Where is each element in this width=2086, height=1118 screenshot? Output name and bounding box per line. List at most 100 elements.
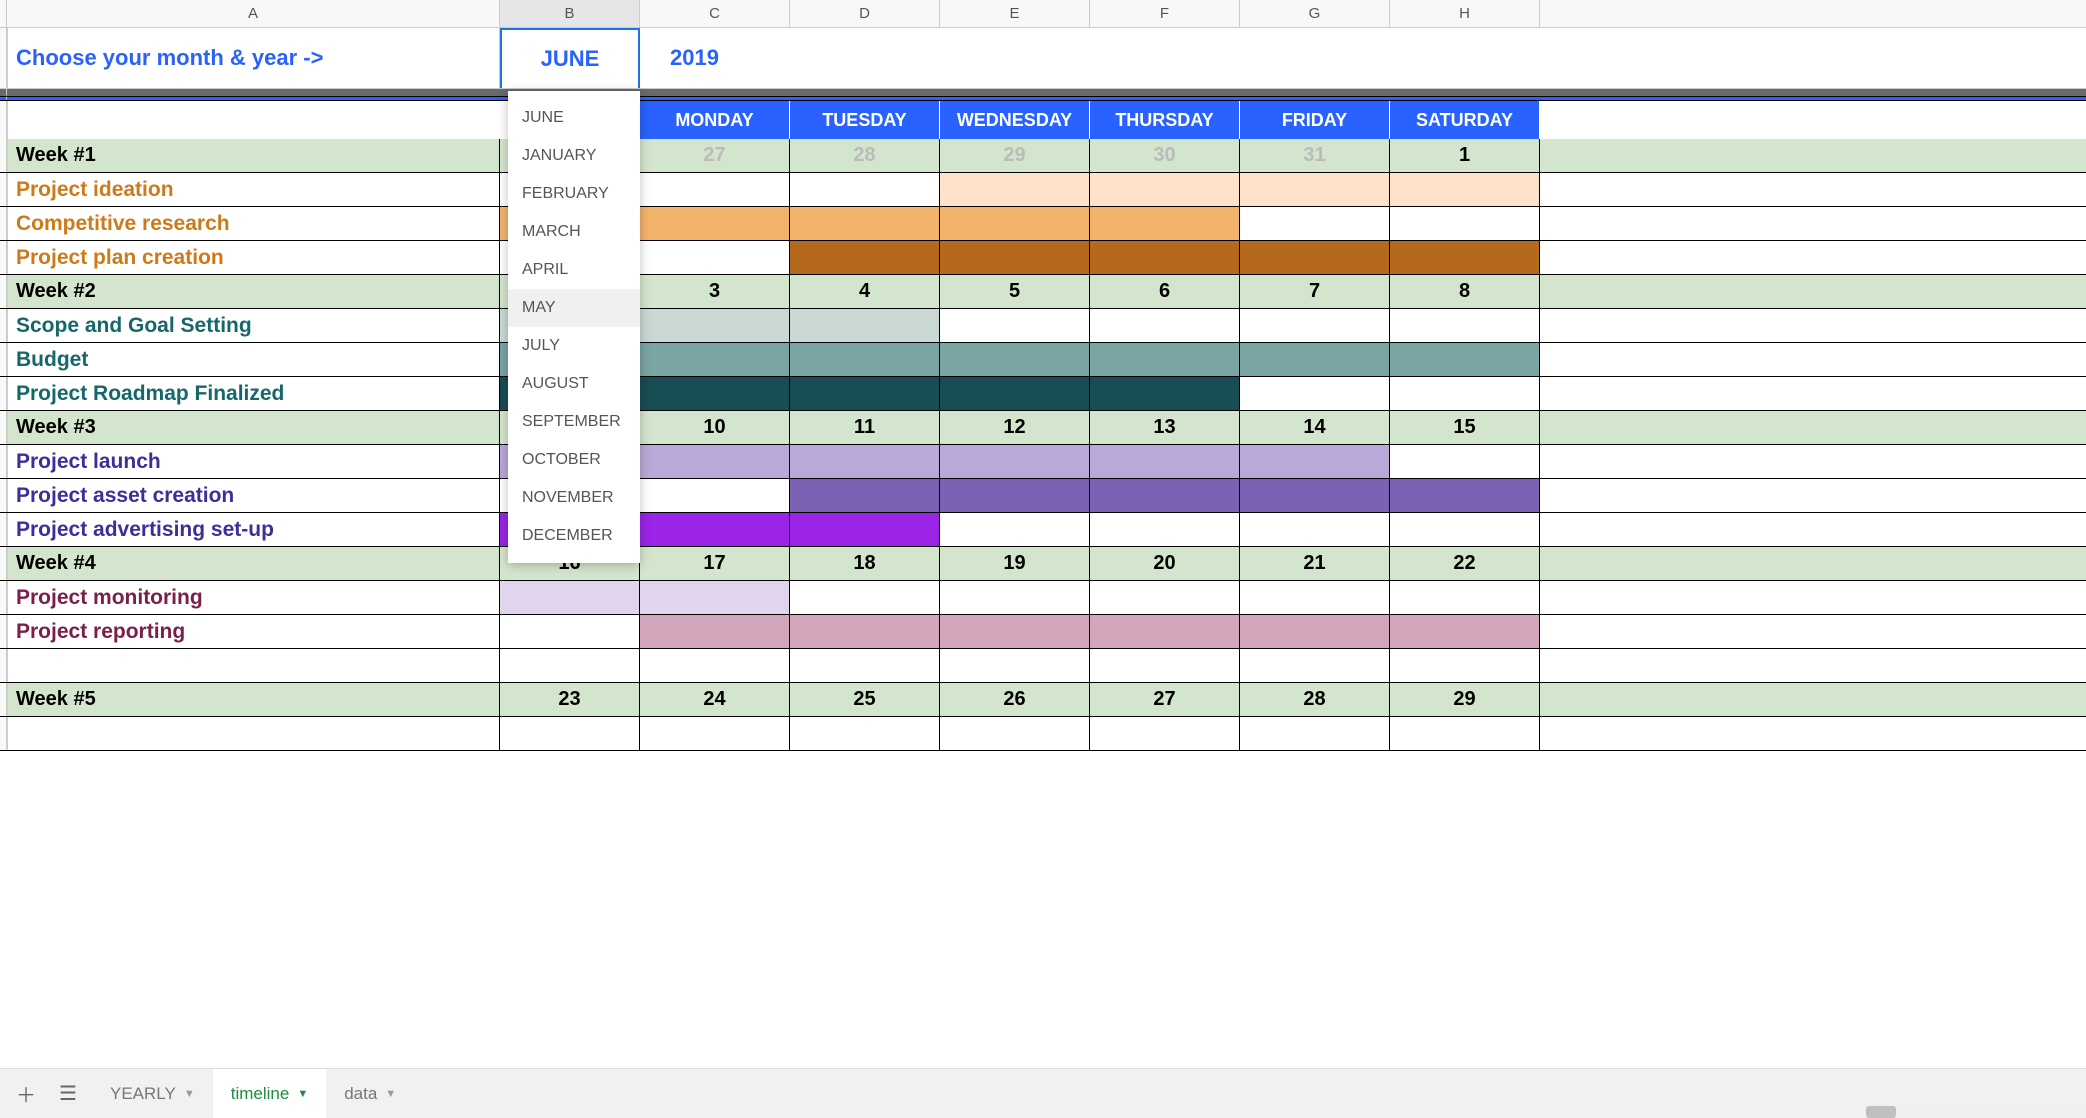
date-cell[interactable]: 1 — [1390, 139, 1540, 172]
date-cell[interactable]: 18 — [790, 547, 940, 580]
date-cell[interactable]: 31 — [1240, 139, 1390, 172]
task-cell[interactable] — [1090, 173, 1240, 206]
sheet-tab[interactable]: timeline ▼ — [213, 1069, 326, 1118]
task-cell[interactable] — [940, 513, 1090, 546]
date-cell[interactable]: 12 — [940, 411, 1090, 444]
task-cell[interactable] — [640, 649, 790, 682]
date-cell[interactable]: 7 — [1240, 275, 1390, 308]
task-cell[interactable] — [940, 173, 1090, 206]
task-cell[interactable] — [790, 479, 940, 512]
year-cell[interactable]: 2019 — [640, 28, 790, 88]
month-option[interactable]: AUGUST — [508, 365, 640, 403]
task-cell[interactable] — [1390, 309, 1540, 342]
task-cell[interactable] — [1390, 649, 1540, 682]
date-cell[interactable]: 22 — [1390, 547, 1540, 580]
column-header-B[interactable]: B — [500, 0, 640, 27]
tab-menu-icon[interactable]: ▼ — [184, 1088, 195, 1100]
date-cell[interactable]: 3 — [640, 275, 790, 308]
task-cell[interactable] — [1240, 309, 1390, 342]
task-label[interactable]: Budget — [7, 343, 500, 376]
date-cell[interactable]: 15 — [1390, 411, 1540, 444]
task-cell[interactable] — [940, 649, 1090, 682]
task-label[interactable]: Project plan creation — [7, 241, 500, 274]
tab-menu-icon[interactable]: ▼ — [297, 1088, 308, 1100]
task-cell[interactable] — [1090, 241, 1240, 274]
task-cell[interactable] — [1240, 649, 1390, 682]
task-cell[interactable] — [790, 445, 940, 478]
month-option[interactable]: DECEMBER — [508, 517, 640, 555]
date-cell[interactable]: 14 — [1240, 411, 1390, 444]
date-cell[interactable]: 6 — [1090, 275, 1240, 308]
date-cell[interactable]: 13 — [1090, 411, 1240, 444]
task-cell[interactable] — [500, 649, 640, 682]
task-label[interactable]: Project ideation — [7, 173, 500, 206]
month-option[interactable]: JUNE — [508, 99, 640, 137]
task-cell[interactable] — [790, 581, 940, 614]
date-cell[interactable]: 28 — [790, 139, 940, 172]
date-cell[interactable]: 21 — [1240, 547, 1390, 580]
task-cell[interactable] — [1090, 581, 1240, 614]
task-cell[interactable] — [1240, 173, 1390, 206]
task-cell[interactable] — [640, 717, 790, 750]
month-option[interactable]: MARCH — [508, 213, 640, 251]
month-dropdown-cell[interactable]: JUNE — [500, 28, 640, 88]
column-header-D[interactable]: D — [790, 0, 940, 27]
task-label[interactable]: Project reporting — [7, 615, 500, 648]
task-cell[interactable] — [1090, 513, 1240, 546]
column-header-E[interactable]: E — [940, 0, 1090, 27]
task-cell[interactable] — [1390, 581, 1540, 614]
horizontal-scrollbar[interactable] — [1866, 1106, 2086, 1118]
task-cell[interactable] — [1390, 343, 1540, 376]
task-cell[interactable] — [1240, 581, 1390, 614]
task-cell[interactable] — [1090, 615, 1240, 648]
task-cell[interactable] — [1090, 479, 1240, 512]
task-cell[interactable] — [1240, 513, 1390, 546]
date-cell[interactable]: 24 — [640, 683, 790, 716]
task-cell[interactable] — [940, 479, 1090, 512]
date-cell[interactable]: 26 — [940, 683, 1090, 716]
date-cell[interactable]: 27 — [1090, 683, 1240, 716]
column-header-C[interactable]: C — [640, 0, 790, 27]
date-cell[interactable]: 27 — [640, 139, 790, 172]
task-cell[interactable] — [790, 717, 940, 750]
task-cell[interactable] — [1390, 207, 1540, 240]
month-option[interactable]: JANUARY — [508, 137, 640, 175]
task-cell[interactable] — [1390, 241, 1540, 274]
task-cell[interactable] — [940, 445, 1090, 478]
task-cell[interactable] — [640, 581, 790, 614]
all-sheets-button[interactable]: ☰ — [50, 1076, 86, 1112]
task-cell[interactable] — [1240, 377, 1390, 410]
task-label[interactable]: Project launch — [7, 445, 500, 478]
date-cell[interactable]: 28 — [1240, 683, 1390, 716]
task-cell[interactable] — [790, 377, 940, 410]
task-cell[interactable] — [1390, 717, 1540, 750]
month-option[interactable]: APRIL — [508, 251, 640, 289]
task-cell[interactable] — [640, 343, 790, 376]
task-cell[interactable] — [640, 615, 790, 648]
date-cell[interactable]: 29 — [1390, 683, 1540, 716]
date-cell[interactable]: 19 — [940, 547, 1090, 580]
task-cell[interactable] — [1390, 615, 1540, 648]
date-cell[interactable]: 20 — [1090, 547, 1240, 580]
task-label[interactable]: Project monitoring — [7, 581, 500, 614]
task-cell[interactable] — [790, 649, 940, 682]
task-cell[interactable] — [1090, 445, 1240, 478]
task-cell[interactable] — [790, 513, 940, 546]
task-cell[interactable] — [640, 479, 790, 512]
task-cell[interactable] — [1090, 649, 1240, 682]
date-cell[interactable]: 30 — [1090, 139, 1240, 172]
column-header-G[interactable]: G — [1240, 0, 1390, 27]
month-option[interactable]: JULY — [508, 327, 640, 365]
task-label[interactable]: Project advertising set-up — [7, 513, 500, 546]
task-cell[interactable] — [1090, 207, 1240, 240]
task-cell[interactable] — [940, 241, 1090, 274]
task-cell[interactable] — [940, 581, 1090, 614]
task-cell[interactable] — [940, 615, 1090, 648]
task-label[interactable]: Project Roadmap Finalized — [7, 377, 500, 410]
task-cell[interactable] — [940, 377, 1090, 410]
task-label[interactable] — [7, 649, 500, 682]
task-cell[interactable] — [940, 717, 1090, 750]
task-label[interactable]: Scope and Goal Setting — [7, 309, 500, 342]
task-cell[interactable] — [940, 309, 1090, 342]
column-header-F[interactable]: F — [1090, 0, 1240, 27]
